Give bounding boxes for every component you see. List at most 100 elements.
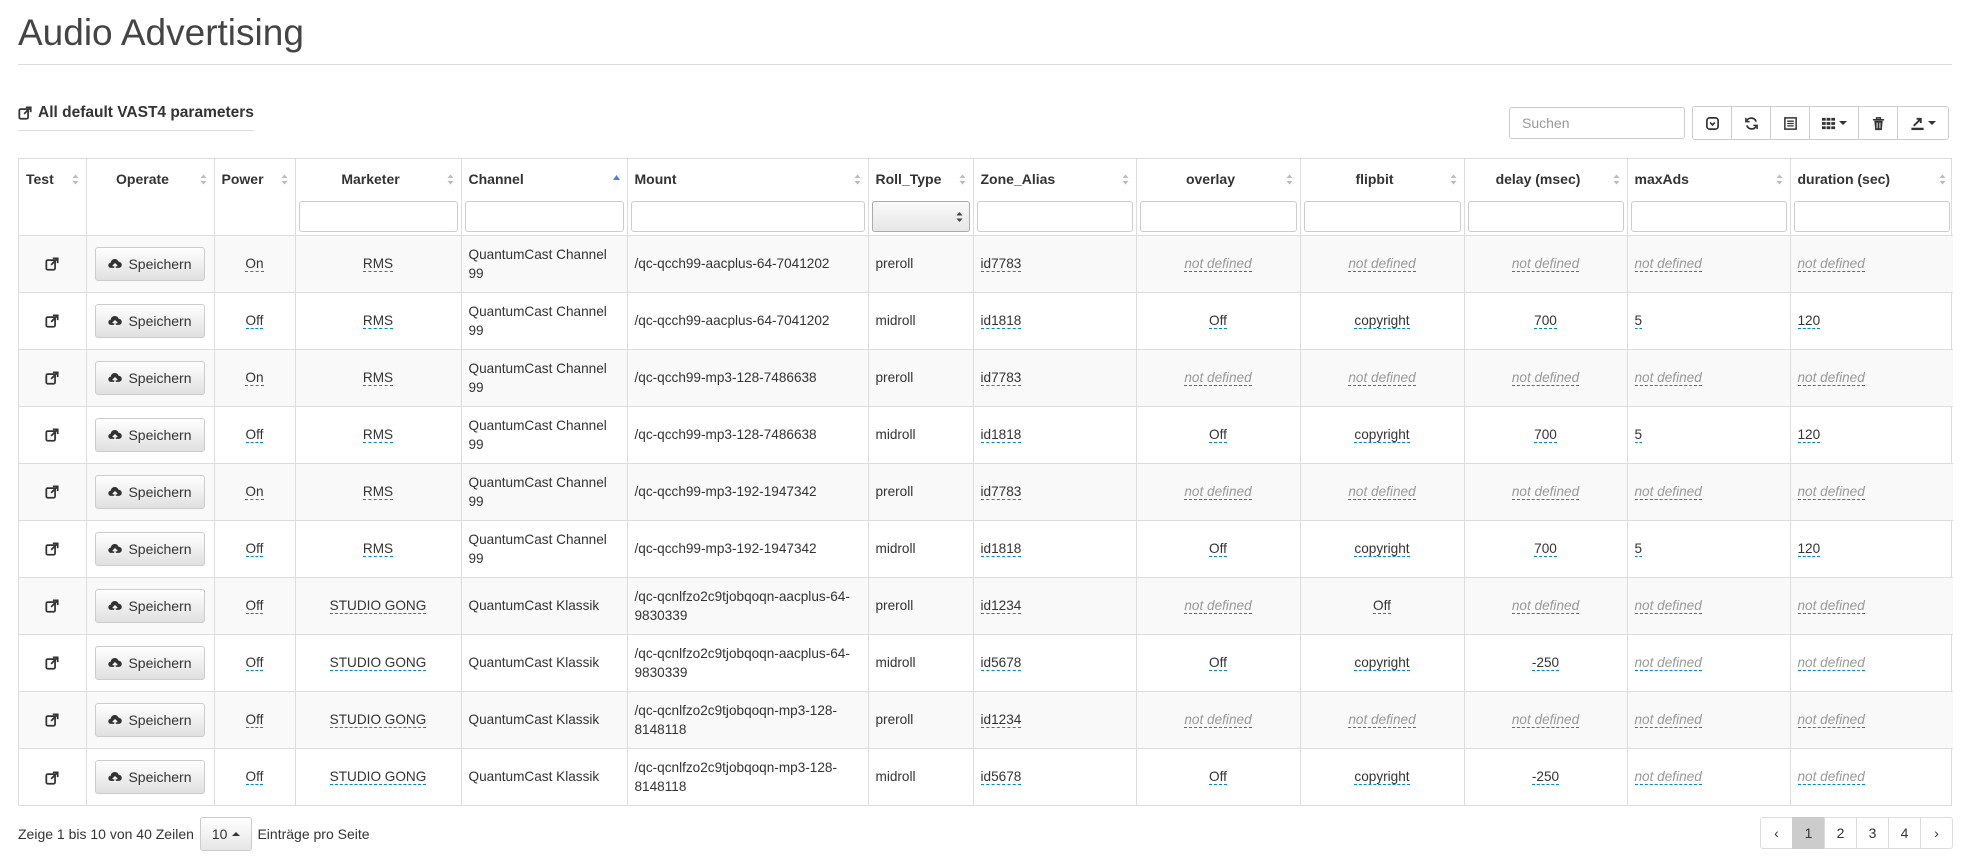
column-header-delay[interactable]: delay (msec)	[1463, 159, 1628, 199]
overlay-editable[interactable]: Off	[1209, 769, 1227, 786]
export-button[interactable]	[1897, 106, 1949, 140]
overlay-editable[interactable]: Off	[1209, 427, 1227, 443]
test-link[interactable]	[45, 712, 59, 727]
delay-editable[interactable]: 700	[1534, 313, 1557, 329]
maxads-editable[interactable]: not defined	[1634, 484, 1702, 500]
save-button[interactable]: Speichern	[95, 588, 205, 623]
zone_alias-editable[interactable]: id1818	[980, 541, 1022, 557]
duration-filter-input[interactable]	[1793, 201, 1950, 233]
save-button[interactable]: Speichern	[95, 645, 205, 680]
delay-editable[interactable]: -250	[1531, 655, 1560, 671]
page-size-dropdown[interactable]: 10	[199, 817, 253, 851]
flipbit-editable[interactable]: copyright	[1354, 769, 1410, 786]
zone_alias-editable[interactable]: id7783	[980, 484, 1022, 500]
pagination-page-3[interactable]: 3	[1856, 817, 1889, 849]
overlay-filter-input[interactable]	[1139, 201, 1297, 233]
column-header-maxads[interactable]: maxAds	[1626, 159, 1791, 199]
delay-filter-input[interactable]	[1467, 201, 1624, 233]
column-header-operate[interactable]: Operate	[85, 159, 215, 199]
delay-editable[interactable]: not defined	[1511, 598, 1580, 614]
column-header-overlay[interactable]: overlay	[1135, 159, 1301, 199]
flipbit-editable[interactable]: not defined	[1348, 256, 1416, 272]
marketer-editable[interactable]: RMS	[362, 313, 394, 329]
zone_alias-filter-input[interactable]	[976, 201, 1133, 233]
power-editable[interactable]: On	[245, 256, 264, 272]
duration-editable[interactable]: not defined	[1797, 484, 1865, 500]
marketer-editable[interactable]: RMS	[362, 370, 394, 386]
channel-filter-input[interactable]	[464, 201, 624, 233]
zone_alias-editable[interactable]: id7783	[980, 370, 1022, 386]
mount-filter-input[interactable]	[630, 201, 865, 233]
delay-editable[interactable]: not defined	[1511, 370, 1580, 386]
toggle-button[interactable]	[1692, 106, 1732, 140]
columns-button[interactable]	[1809, 106, 1859, 140]
zone_alias-editable[interactable]: id7783	[980, 256, 1022, 272]
pagination-prev[interactable]: ‹	[1760, 817, 1793, 849]
flipbit-editable[interactable]: not defined	[1348, 484, 1416, 500]
maxads-editable[interactable]: 5	[1634, 541, 1643, 557]
marketer-editable[interactable]: STUDIO GONG	[329, 769, 427, 786]
save-button[interactable]: Speichern	[95, 417, 205, 452]
overlay-editable[interactable]: Off	[1209, 655, 1227, 671]
flipbit-editable[interactable]: Off	[1373, 598, 1391, 614]
duration-editable[interactable]: 120	[1797, 313, 1821, 329]
duration-editable[interactable]: not defined	[1797, 370, 1865, 386]
power-editable[interactable]: Off	[245, 712, 264, 728]
test-link[interactable]	[45, 484, 59, 499]
column-header-duration[interactable]: duration (sec)	[1789, 159, 1953, 199]
duration-editable[interactable]: not defined	[1797, 769, 1865, 786]
test-link[interactable]	[45, 313, 59, 328]
column-header-test[interactable]: Test	[19, 159, 87, 199]
duration-editable[interactable]: not defined	[1797, 598, 1865, 614]
power-editable[interactable]: On	[245, 370, 264, 386]
power-editable[interactable]: Off	[245, 655, 264, 671]
maxads-filter-input[interactable]	[1630, 201, 1787, 233]
zone_alias-editable[interactable]: id5678	[980, 655, 1022, 671]
overlay-editable[interactable]: Off	[1209, 541, 1227, 557]
zone_alias-editable[interactable]: id1234	[980, 598, 1022, 614]
delay-editable[interactable]: -250	[1531, 769, 1560, 786]
test-link[interactable]	[45, 655, 59, 670]
power-editable[interactable]: Off	[245, 541, 264, 557]
flipbit-editable[interactable]: copyright	[1354, 655, 1410, 671]
marketer-editable[interactable]: RMS	[362, 541, 394, 557]
maxads-editable[interactable]: not defined	[1634, 712, 1702, 728]
save-button[interactable]: Speichern	[95, 759, 205, 794]
maxads-editable[interactable]: 5	[1634, 427, 1643, 443]
delay-editable[interactable]: 700	[1534, 427, 1557, 443]
column-header-channel[interactable]: Channel	[460, 159, 628, 199]
maxads-editable[interactable]: 5	[1634, 313, 1643, 329]
test-link[interactable]	[45, 370, 59, 385]
save-button[interactable]: Speichern	[95, 303, 205, 338]
delay-editable[interactable]: not defined	[1511, 484, 1580, 500]
column-header-mount[interactable]: Mount	[626, 159, 869, 199]
save-button[interactable]: Speichern	[95, 474, 205, 509]
marketer-editable[interactable]: STUDIO GONG	[329, 712, 427, 728]
column-header-zone_alias[interactable]: Zone_Alias	[972, 159, 1137, 199]
marketer-editable[interactable]: RMS	[362, 484, 394, 500]
flipbit-editable[interactable]: copyright	[1354, 427, 1410, 443]
maxads-editable[interactable]: not defined	[1634, 256, 1702, 272]
pagination-next[interactable]: ›	[1920, 817, 1953, 849]
marketer-editable[interactable]: STUDIO GONG	[329, 655, 427, 671]
duration-editable[interactable]: not defined	[1797, 256, 1865, 272]
toggle-view-button[interactable]	[1770, 106, 1810, 140]
save-button[interactable]: Speichern	[95, 360, 205, 395]
overlay-editable[interactable]: not defined	[1184, 256, 1252, 272]
search-input[interactable]	[1509, 107, 1685, 139]
vast-parameters-link[interactable]: All default VAST4 parameters	[18, 104, 254, 131]
overlay-editable[interactable]: not defined	[1184, 370, 1252, 386]
save-button[interactable]: Speichern	[95, 531, 205, 566]
duration-editable[interactable]: not defined	[1797, 712, 1865, 728]
overlay-editable[interactable]: not defined	[1184, 484, 1252, 500]
power-editable[interactable]: Off	[245, 427, 264, 443]
column-header-flipbit[interactable]: flipbit	[1299, 159, 1465, 199]
column-header-marketer[interactable]: Marketer	[294, 159, 462, 199]
delay-editable[interactable]: 700	[1534, 541, 1557, 557]
duration-editable[interactable]: not defined	[1797, 655, 1865, 671]
save-button[interactable]: Speichern	[95, 246, 205, 281]
zone_alias-editable[interactable]: id5678	[980, 769, 1022, 786]
roll-type-filter-select[interactable]	[871, 201, 970, 233]
delete-button[interactable]	[1858, 106, 1898, 140]
maxads-editable[interactable]: not defined	[1634, 598, 1702, 614]
